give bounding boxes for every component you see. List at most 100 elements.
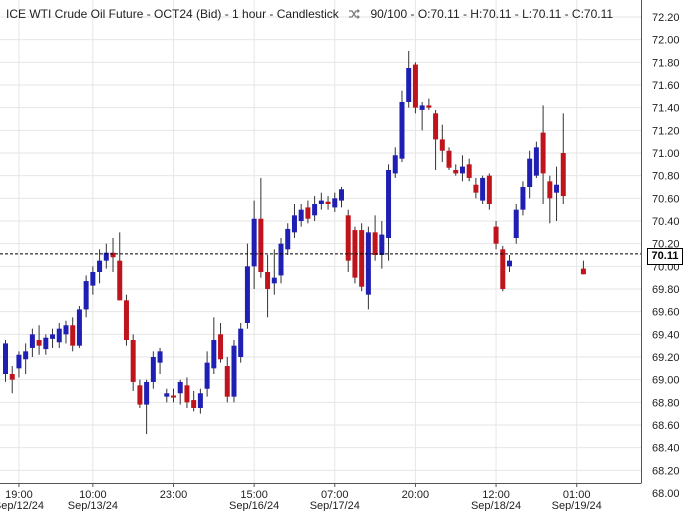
candle-down[interactable] [171, 388, 176, 403]
candle-up[interactable] [56, 323, 62, 348]
candle-up[interactable] [520, 181, 526, 216]
candle-up[interactable] [83, 275, 89, 318]
candle-up[interactable] [177, 379, 183, 405]
x-tick-date: Sep/19/24 [552, 500, 602, 511]
candle-up[interactable] [318, 192, 324, 210]
candle-up[interactable] [23, 343, 29, 374]
candle-body [43, 337, 49, 350]
candle-up[interactable] [419, 102, 425, 131]
chart-canvas[interactable]: 72.20 72.00 71.80 71.60 71.40 71.20 71.00 70.80… [0, 0, 687, 511]
candle-down[interactable] [540, 105, 546, 204]
candle-up[interactable] [312, 196, 318, 221]
candle-up[interactable] [238, 323, 244, 363]
candle-up[interactable] [164, 388, 170, 403]
candle-up[interactable] [406, 51, 412, 108]
y-tick-label: 69.40 [652, 329, 680, 341]
candle-down[interactable] [123, 294, 129, 346]
candle-up[interactable] [271, 249, 277, 295]
candle-up[interactable] [97, 249, 103, 284]
candle-up[interactable] [144, 379, 150, 435]
candle-down[interactable] [345, 209, 351, 272]
y-tick-label: 68.60 [652, 420, 680, 432]
candle-body [9, 374, 15, 380]
candle-down[interactable] [560, 113, 566, 204]
candle-up[interactable] [332, 192, 338, 212]
candle-down[interactable] [426, 98, 432, 110]
candle-down[interactable] [305, 200, 311, 224]
candle-down[interactable] [265, 255, 271, 318]
candle-up[interactable] [298, 204, 304, 227]
candle-up[interactable] [554, 166, 560, 221]
candle-body [164, 393, 170, 397]
candle-down[interactable] [137, 379, 143, 408]
candle-up[interactable] [76, 306, 82, 348]
candle-up[interactable] [459, 155, 465, 182]
candle-body [500, 249, 506, 289]
candle-up[interactable] [533, 141, 539, 178]
candle-up[interactable] [291, 204, 297, 238]
candle-up[interactable] [339, 187, 344, 208]
candle-up[interactable] [16, 351, 22, 378]
y-tick-label: 71.80 [652, 57, 680, 69]
candle-down[interactable] [466, 158, 472, 182]
candle-down[interactable] [70, 317, 76, 352]
candle-down[interactable] [36, 325, 42, 355]
candle-down[interactable] [580, 260, 586, 275]
candle-down[interactable] [224, 357, 230, 403]
candle-down[interactable] [433, 109, 439, 170]
candle-down[interactable] [493, 221, 499, 250]
candlestick-chart[interactable]: 72.20 72.00 71.80 71.60 71.40 71.20 71.00 70.80… [0, 0, 687, 511]
candle-up[interactable] [507, 255, 512, 272]
candle-down[interactable] [453, 164, 459, 176]
candle-series[interactable] [3, 51, 586, 435]
candle-up[interactable] [50, 328, 56, 348]
candle-up[interactable] [392, 147, 398, 178]
candle-body [123, 300, 129, 340]
candle-up[interactable] [43, 334, 49, 355]
candle-up[interactable] [251, 200, 257, 289]
candle-up[interactable] [90, 266, 96, 295]
candle-up[interactable] [386, 164, 392, 261]
candle-up[interactable] [63, 320, 69, 344]
candle-down[interactable] [446, 147, 452, 170]
candle-up[interactable] [244, 243, 250, 329]
candle-down[interactable] [191, 391, 197, 412]
candle-up[interactable] [285, 223, 291, 255]
x-tick-date: Sep/13/24 [68, 500, 118, 511]
candle-down[interactable] [500, 245, 506, 292]
candle-down[interactable] [258, 177, 264, 278]
candle-up[interactable] [29, 328, 35, 357]
candle-up[interactable] [379, 221, 385, 269]
candle-up[interactable] [103, 243, 109, 269]
candle-down[interactable] [130, 334, 136, 391]
candle-down[interactable] [547, 175, 553, 224]
candle-down[interactable] [486, 173, 492, 210]
candle-up[interactable] [513, 204, 519, 244]
candle-up[interactable] [527, 150, 533, 199]
candle-up[interactable] [278, 238, 284, 284]
shuffle-icon[interactable] [348, 8, 360, 20]
y-tick-label: 70.80 [652, 171, 680, 183]
candle-body [56, 328, 62, 343]
candle-down[interactable] [352, 226, 358, 284]
candle-down[interactable] [218, 323, 224, 363]
candle-body [224, 366, 230, 397]
candle-up[interactable] [211, 317, 217, 374]
candle-up[interactable] [231, 340, 237, 403]
candle-up[interactable] [365, 226, 371, 310]
candle-up[interactable] [197, 388, 203, 414]
candle-body [439, 139, 445, 151]
candle-up[interactable] [399, 90, 405, 163]
candle-down[interactable] [184, 377, 190, 408]
candle-up[interactable] [3, 340, 8, 382]
candle-up[interactable] [204, 351, 210, 397]
candle-up[interactable] [157, 347, 163, 374]
candle-down[interactable] [359, 223, 365, 292]
candle-down[interactable] [117, 232, 123, 301]
candle-down[interactable] [110, 238, 116, 272]
candle-body [83, 281, 89, 310]
candle-down[interactable] [412, 62, 418, 114]
candle-down[interactable] [473, 177, 479, 199]
candle-up[interactable] [480, 175, 486, 204]
x-tick-date: Sep/17/24 [310, 500, 360, 511]
